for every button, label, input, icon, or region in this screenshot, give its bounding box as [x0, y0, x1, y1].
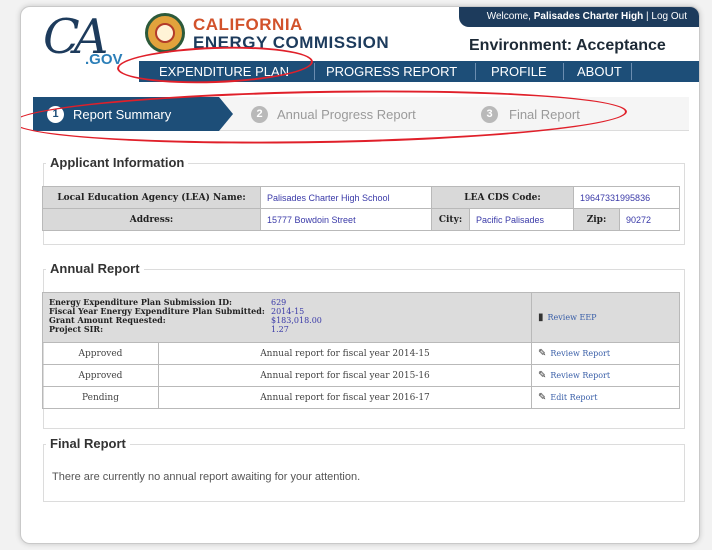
step-annual-progress-report[interactable]: Annual Progress Report [277, 107, 416, 122]
review-report-link[interactable]: ✎ Review Report [531, 364, 680, 387]
step-final-report[interactable]: Final Report [509, 107, 580, 122]
site-header: CA .GOV CALIFORNIA ENERGY COMMISSION Wel… [21, 7, 699, 82]
ca-gov-logo[interactable]: CA .GOV [43, 9, 153, 75]
nav-profile[interactable]: PROFILE [491, 64, 547, 79]
row-status: Approved [42, 364, 159, 387]
fiscal-year-value: 2014-15 [271, 307, 305, 316]
cds-code-label: LEA CDS Code: [431, 186, 574, 209]
project-sir-label: Project SIR: [49, 324, 104, 334]
table-row: Pending Annual report for fiscal year 20… [42, 386, 680, 409]
submission-id-value: 629 [271, 298, 287, 307]
address-value: 15777 Bowdoin Street [260, 208, 432, 231]
final-report-title: Final Report [46, 436, 130, 451]
edit-icon: ✎ [538, 392, 547, 403]
user-name: Palisades Charter High [533, 11, 644, 22]
annual-report-title: Annual Report [46, 261, 144, 276]
document-icon: ▮ [538, 312, 544, 323]
cds-code-value: 19647331995836 [573, 186, 680, 209]
main-nav: EXPENDITURE PLAN PROGRESS REPORT PROFILE… [139, 61, 699, 82]
environment-label: Environment: Acceptance [469, 37, 666, 54]
energy-commission-seal-icon [145, 13, 185, 53]
lea-name-value: Palisades Charter High School [260, 186, 432, 209]
action-label: Review Report [550, 349, 611, 358]
action-label: Edit Report [550, 393, 598, 402]
lea-name-label: Local Education Agency (LEA) Name: [42, 186, 261, 209]
step-1-label[interactable]: Report Summary [73, 107, 171, 122]
page-container: CA .GOV CALIFORNIA ENERGY COMMISSION Wel… [20, 6, 700, 544]
user-bar-separator: | [646, 11, 649, 22]
agency-name-line1: CALIFORNIA [193, 15, 303, 34]
edit-report-link[interactable]: ✎ Edit Report [531, 386, 680, 409]
review-report-link[interactable]: ✎ Review Report [531, 342, 680, 365]
address-label: Address: [42, 208, 261, 231]
step-1-number: 1 [47, 106, 64, 123]
annual-report-section: Annual Report Energy Expenditure Plan Su… [42, 261, 685, 429]
applicant-information-section: Applicant Information Local Education Ag… [42, 155, 685, 245]
ca-logo-suffix: .GOV [85, 51, 123, 68]
nav-progress-report[interactable]: PROGRESS REPORT [326, 64, 457, 79]
table-row: Approved Annual report for fiscal year 2… [42, 342, 680, 365]
table-row: Approved Annual report for fiscal year 2… [42, 364, 680, 387]
progress-steps: 1 Report Summary 2 Annual Progress Repor… [33, 97, 689, 131]
project-sir-value: 1.27 [271, 325, 289, 334]
review-eep-label: Review EEP [547, 313, 597, 322]
row-status: Pending [42, 386, 159, 409]
row-status: Approved [42, 342, 159, 365]
final-report-section: Final Report There are currently no annu… [43, 436, 685, 502]
user-bar: Welcome, Palisades Charter High | Log Ou… [459, 7, 699, 27]
edit-icon: ✎ [538, 370, 547, 381]
nav-about[interactable]: ABOUT [577, 64, 622, 79]
row-description: Annual report for fiscal year 2014-15 [158, 342, 532, 365]
step-3-number: 3 [481, 106, 498, 123]
applicant-table: Local Education Agency (LEA) Name: Palis… [42, 186, 680, 231]
zip-value: 90272 [619, 208, 680, 231]
row-description: Annual report for fiscal year 2016-17 [158, 386, 532, 409]
zip-label: Zip: [573, 208, 620, 231]
edit-icon: ✎ [538, 348, 547, 359]
agency-name-line2: ENERGY COMMISSION [193, 33, 390, 52]
step-2-number: 2 [251, 106, 268, 123]
expenditure-plan-summary: Energy Expenditure Plan Submission ID: 6… [42, 292, 532, 343]
review-eep-link[interactable]: ▮ Review EEP [531, 292, 680, 343]
row-description: Annual report for fiscal year 2015-16 [158, 364, 532, 387]
city-value: Pacific Palisades [469, 208, 574, 231]
action-label: Review Report [550, 371, 611, 380]
city-label: City: [431, 208, 470, 231]
logout-link[interactable]: Log Out [651, 11, 687, 22]
grant-amount-value: $183,018.00 [271, 316, 322, 325]
applicant-information-title: Applicant Information [46, 155, 189, 170]
final-report-message: There are currently no annual report awa… [52, 471, 361, 483]
nav-expenditure-plan[interactable]: EXPENDITURE PLAN [159, 64, 289, 79]
annual-report-table: Energy Expenditure Plan Submission ID: 6… [42, 292, 680, 409]
welcome-label: Welcome, [486, 11, 531, 22]
